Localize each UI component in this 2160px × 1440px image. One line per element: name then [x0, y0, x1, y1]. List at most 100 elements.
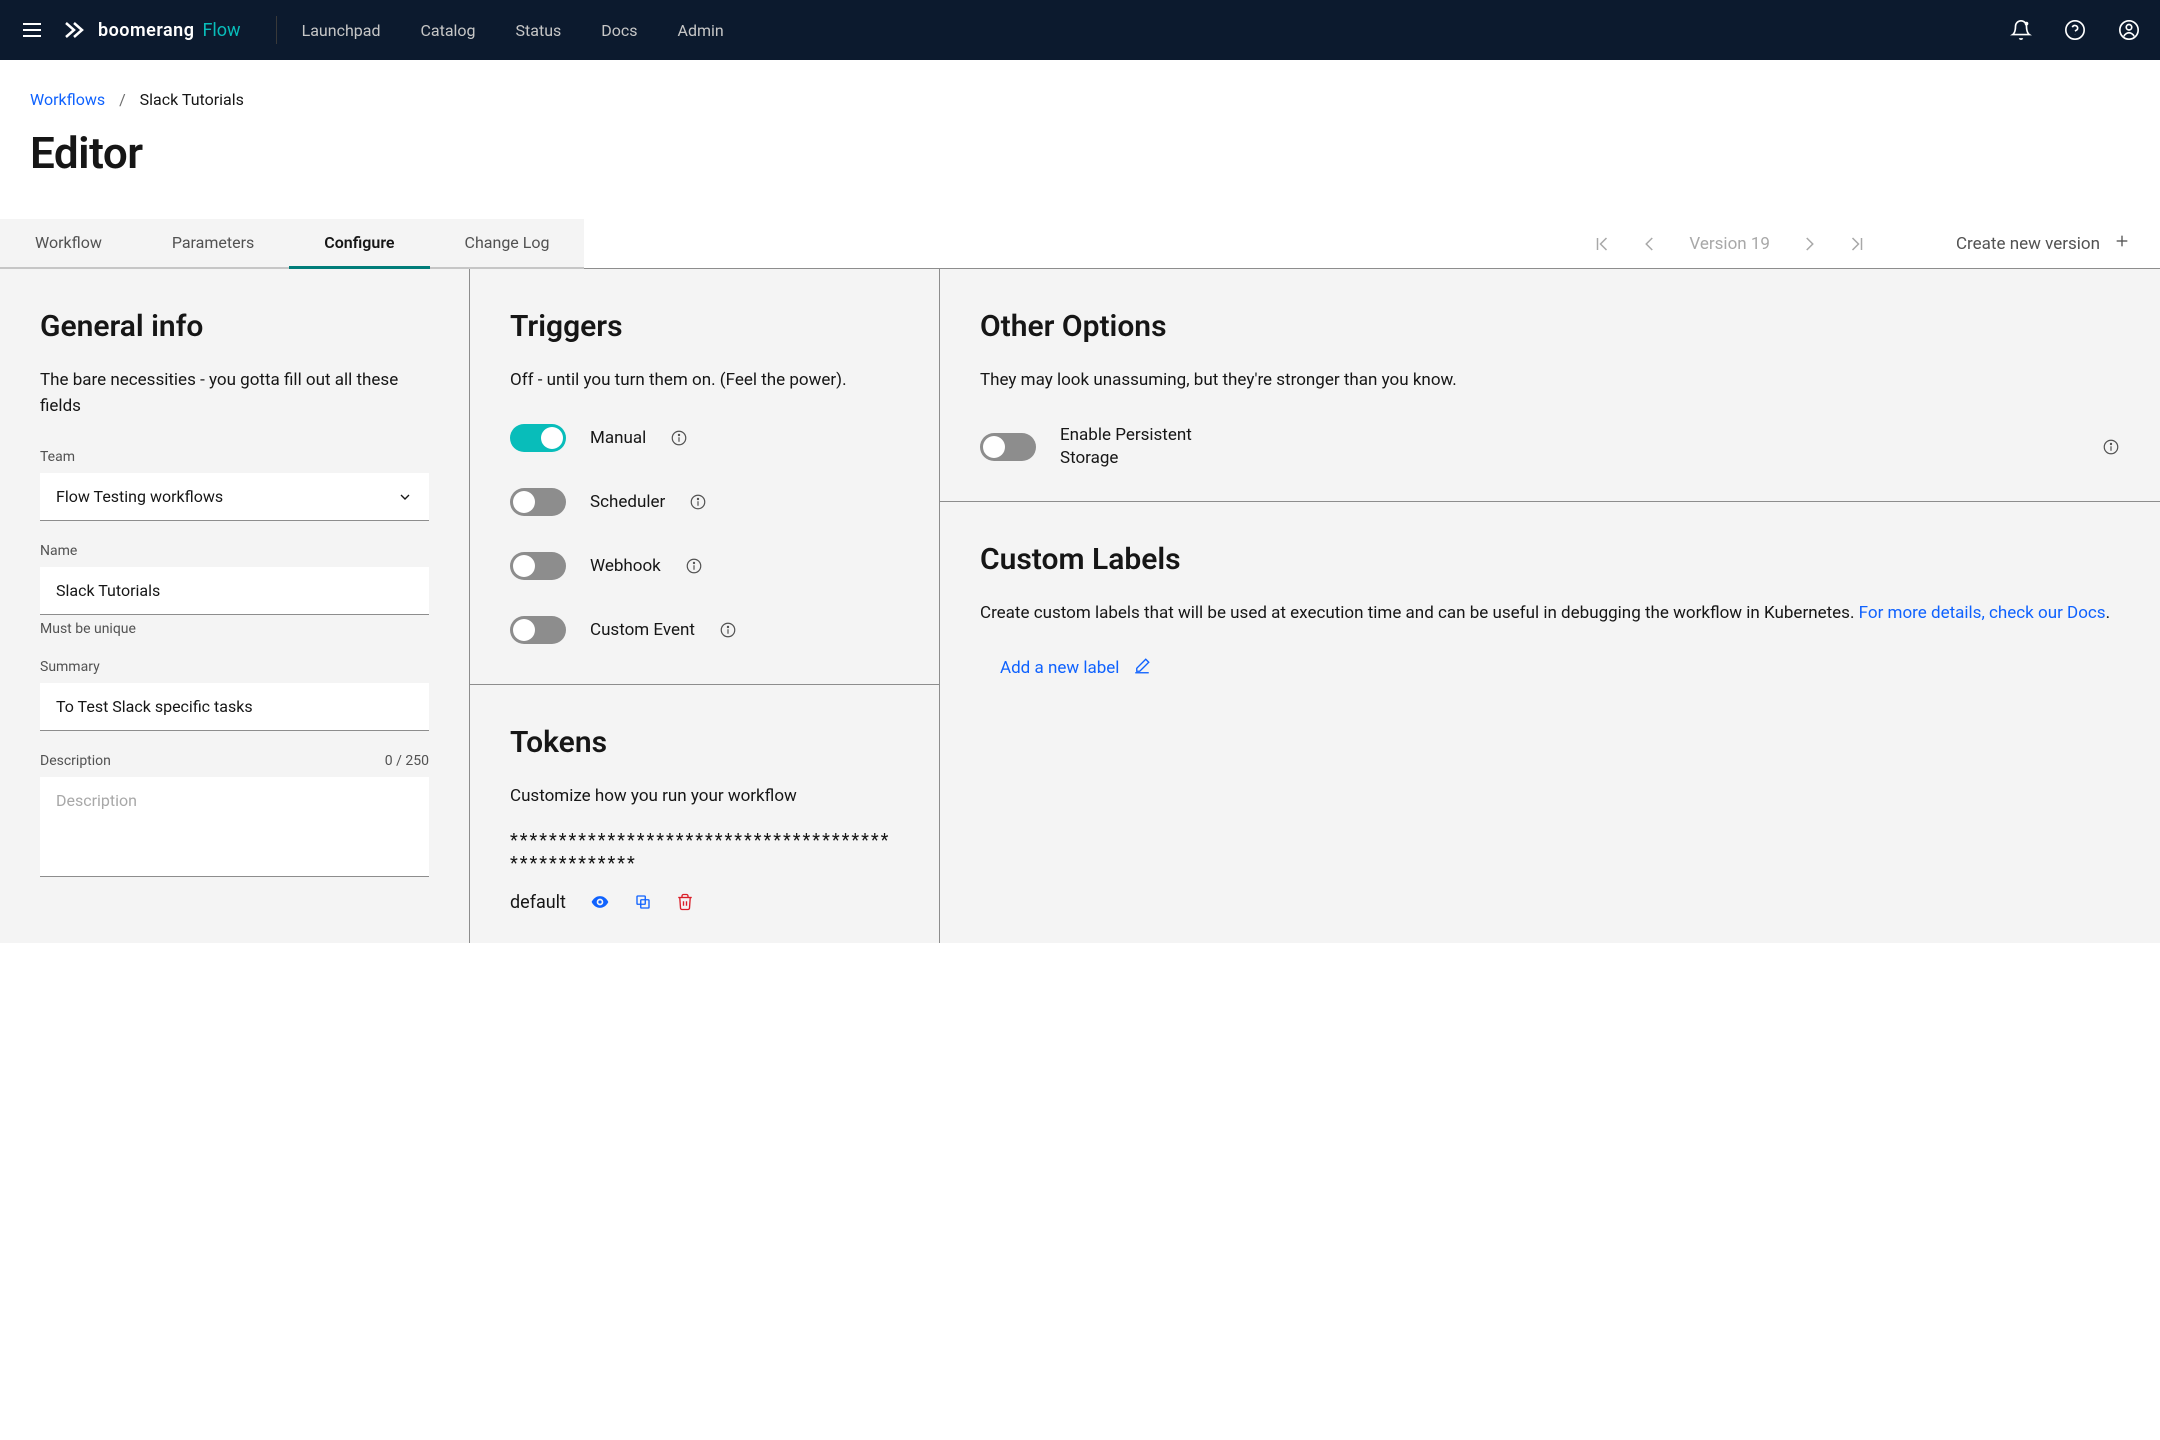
- trigger-scheduler-row: Scheduler: [510, 488, 899, 516]
- chevron-down-icon: [397, 489, 413, 505]
- info-icon[interactable]: [685, 557, 703, 575]
- copy-token-icon[interactable]: [634, 893, 652, 911]
- name-field: Name Must be unique: [40, 543, 429, 637]
- create-version-label: Create new version: [1956, 234, 2100, 254]
- tab-change-log[interactable]: Change Log: [430, 219, 585, 269]
- team-select[interactable]: Flow Testing workflows: [40, 473, 429, 521]
- tab-workflow[interactable]: Workflow: [0, 219, 137, 269]
- info-icon[interactable]: [2102, 438, 2120, 456]
- right-column: Other Options They may look unassuming, …: [940, 269, 2160, 943]
- nav-status[interactable]: Status: [516, 21, 562, 40]
- view-token-icon[interactable]: [590, 892, 610, 912]
- add-label-button[interactable]: Add a new label: [1000, 657, 2120, 680]
- description-label: Description: [40, 753, 111, 769]
- page-title: Editor: [30, 127, 2130, 179]
- summary-input[interactable]: [40, 683, 429, 731]
- content-grid: General info The bare necessities - you …: [0, 269, 2160, 943]
- trigger-scheduler-label: Scheduler: [590, 492, 665, 512]
- create-version-button[interactable]: Create new version: [1956, 233, 2130, 254]
- trigger-custom-row: Custom Event: [510, 616, 899, 644]
- nav-catalog[interactable]: Catalog: [420, 21, 475, 40]
- general-info-panel: General info The bare necessities - you …: [0, 269, 470, 943]
- persistent-storage-toggle[interactable]: [980, 433, 1036, 461]
- info-icon[interactable]: [670, 429, 688, 447]
- custom-labels-desc: Create custom labels that will be used a…: [980, 601, 2120, 627]
- breadcrumb-root[interactable]: Workflows: [30, 90, 105, 109]
- token-label: default: [510, 892, 566, 913]
- team-label: Team: [40, 449, 429, 465]
- brand-logo[interactable]: boomerang Flow: [64, 20, 241, 41]
- trigger-custom-label: Custom Event: [590, 620, 695, 640]
- prev-version-icon[interactable]: [1641, 235, 1659, 253]
- info-icon[interactable]: [719, 621, 737, 639]
- delete-token-icon[interactable]: [676, 893, 694, 911]
- breadcrumb: Workflows / Slack Tutorials: [30, 90, 2130, 109]
- general-info-desc: The bare necessities - you gotta fill ou…: [40, 368, 429, 419]
- triggers-desc: Off - until you turn them on. (Feel the …: [510, 368, 899, 394]
- tokens-heading: Tokens: [510, 725, 899, 760]
- summary-label: Summary: [40, 659, 429, 675]
- description-field: Description 0 / 250: [40, 753, 429, 881]
- team-value: Flow Testing workflows: [56, 487, 223, 506]
- breadcrumb-separator: /: [119, 90, 126, 109]
- trigger-webhook-row: Webhook: [510, 552, 899, 580]
- first-version-icon[interactable]: [1593, 235, 1611, 253]
- trigger-custom-toggle[interactable]: [510, 616, 566, 644]
- page-header: Workflows / Slack Tutorials Editor: [0, 60, 2160, 199]
- trigger-manual-label: Manual: [590, 428, 646, 448]
- trigger-webhook-label: Webhook: [590, 556, 661, 576]
- persistent-storage-label: Enable Persistent Storage: [1060, 424, 1220, 472]
- custom-labels-docs-link[interactable]: For more details, check our Docs: [1859, 603, 2106, 623]
- user-avatar-icon[interactable]: [2118, 19, 2140, 41]
- nav-docs[interactable]: Docs: [601, 21, 637, 40]
- persistent-storage-row: Enable Persistent Storage: [980, 424, 2120, 472]
- token-mask: ****************************************…: [510, 829, 899, 876]
- brand-name: boomerang: [98, 20, 194, 41]
- description-textarea[interactable]: [40, 777, 429, 877]
- nav-admin[interactable]: Admin: [678, 21, 724, 40]
- tokens-desc: Customize how you run your workflow: [510, 784, 899, 810]
- nav-links: Launchpad Catalog Status Docs Admin: [302, 21, 724, 40]
- edit-icon: [1133, 657, 1151, 680]
- boomerang-logo-icon: [64, 21, 90, 39]
- custom-labels-panel: Custom Labels Create custom labels that …: [940, 501, 2160, 710]
- hamburger-menu-icon[interactable]: [20, 18, 44, 42]
- plus-icon: [2114, 233, 2130, 254]
- trigger-manual-row: Manual: [510, 424, 899, 452]
- help-icon[interactable]: [2064, 19, 2086, 41]
- trigger-manual-toggle[interactable]: [510, 424, 566, 452]
- middle-column: Triggers Off - until you turn them on. (…: [470, 269, 940, 943]
- trigger-webhook-toggle[interactable]: [510, 552, 566, 580]
- notifications-icon[interactable]: [2010, 19, 2032, 41]
- product-name: Flow: [202, 20, 240, 41]
- general-info-heading: General info: [40, 309, 429, 344]
- token-row: default: [510, 892, 899, 913]
- nav-launchpad[interactable]: Launchpad: [302, 21, 381, 40]
- tokens-panel: Tokens Customize how you run your workfl…: [470, 684, 939, 943]
- name-helper: Must be unique: [40, 621, 429, 637]
- tab-parameters[interactable]: Parameters: [137, 219, 289, 269]
- info-icon[interactable]: [689, 493, 707, 511]
- team-field: Team Flow Testing workflows: [40, 449, 429, 521]
- next-version-icon[interactable]: [1800, 235, 1818, 253]
- breadcrumb-current: Slack Tutorials: [140, 90, 244, 109]
- top-navigation: boomerang Flow Launchpad Catalog Status …: [0, 0, 2160, 60]
- trigger-scheduler-toggle[interactable]: [510, 488, 566, 516]
- description-counter: 0 / 250: [385, 753, 429, 769]
- custom-labels-heading: Custom Labels: [980, 542, 2120, 577]
- tab-configure[interactable]: Configure: [289, 219, 429, 269]
- version-label: Version 19: [1689, 234, 1770, 254]
- other-options-panel: Other Options They may look unassuming, …: [940, 269, 2160, 501]
- last-version-icon[interactable]: [1848, 235, 1866, 253]
- other-options-heading: Other Options: [980, 309, 2120, 344]
- triggers-panel: Triggers Off - until you turn them on. (…: [470, 269, 939, 684]
- name-input[interactable]: [40, 567, 429, 615]
- tabs-list: Workflow Parameters Configure Change Log: [0, 219, 584, 268]
- version-controls: Version 19: [1593, 234, 1866, 254]
- other-options-desc: They may look unassuming, but they're st…: [980, 368, 2120, 394]
- nav-divider: [276, 16, 277, 44]
- tabs-bar: Workflow Parameters Configure Change Log…: [0, 219, 2160, 269]
- nav-right-icons: [2010, 19, 2140, 41]
- name-label: Name: [40, 543, 429, 559]
- add-label-text: Add a new label: [1000, 658, 1119, 678]
